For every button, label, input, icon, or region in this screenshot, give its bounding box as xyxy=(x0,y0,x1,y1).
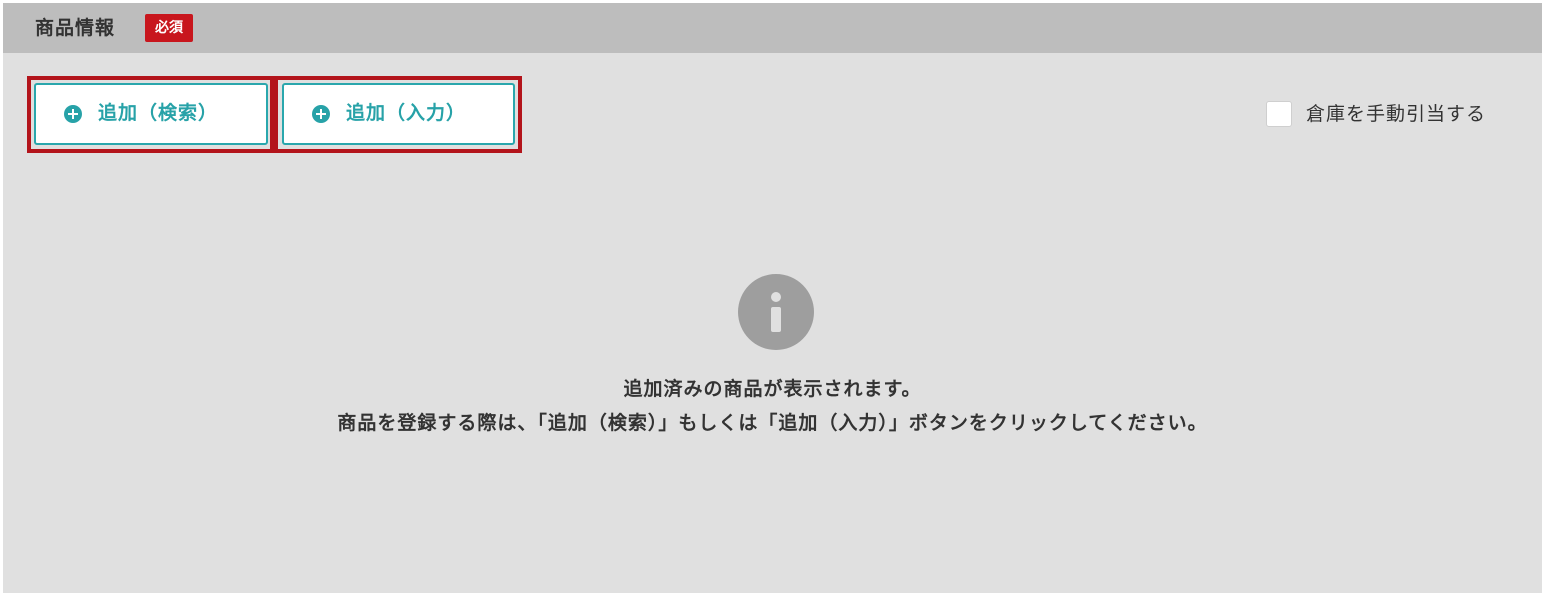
section-header: 商品情報 必須 xyxy=(3,3,1542,53)
info-icon xyxy=(738,274,814,350)
section-title: 商品情報 xyxy=(35,17,116,39)
info-icon-dot xyxy=(771,292,781,302)
manual-allocate-label[interactable]: 倉庫を手動引当する xyxy=(1306,102,1486,126)
add-search-button-label: 追加（検索） xyxy=(98,102,219,124)
info-icon-stem xyxy=(771,307,781,332)
product-info-panel: 商品情報 必須 追加（検索） 追加（入力） 倉庫を手動引当する 追加済みの商品が… xyxy=(3,3,1542,593)
add-search-button[interactable]: 追加（検索） xyxy=(34,83,268,145)
add-input-button[interactable]: 追加（入力） xyxy=(282,83,515,145)
add-input-button-label: 追加（入力） xyxy=(346,102,467,124)
empty-state-message-line2: 商品を登録する際は、「追加（検索）」もしくは「追加（入力）」ボタンをクリックして… xyxy=(337,412,1208,434)
manual-allocate-checkbox[interactable] xyxy=(1266,101,1292,127)
plus-circle-icon xyxy=(64,105,82,123)
empty-state-message-line1: 追加済みの商品が表示されます。 xyxy=(623,378,922,400)
plus-circle-icon xyxy=(312,105,330,123)
required-badge: 必須 xyxy=(145,14,193,42)
